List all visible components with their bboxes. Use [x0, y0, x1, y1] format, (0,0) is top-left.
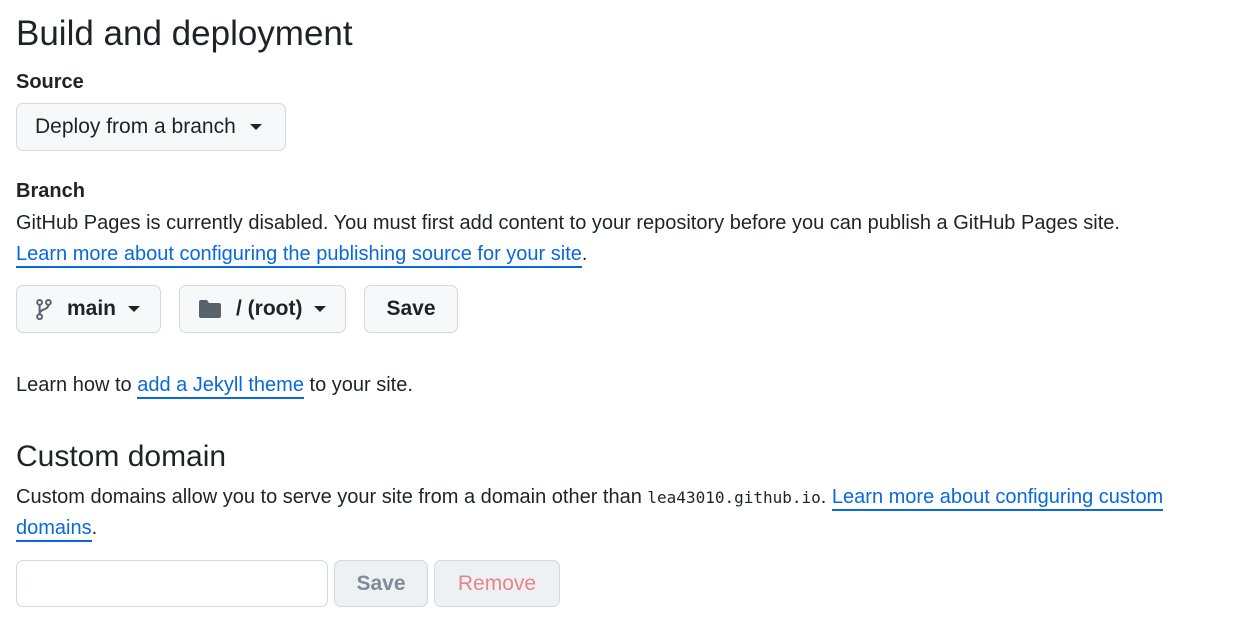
git-branch-icon	[35, 298, 53, 320]
branch-dropdown-label: main	[67, 297, 117, 320]
custom-domain-save-button[interactable]: Save	[334, 560, 428, 607]
folder-dropdown[interactable]: / (root)	[179, 285, 346, 333]
branch-label: Branch	[16, 180, 85, 202]
branch-dropdown[interactable]: main	[16, 285, 161, 333]
triangle-down-icon	[128, 306, 141, 312]
pages-settings: Build and deployment Source Deploy from …	[0, 0, 1242, 618]
jekyll-text: Learn how to add a Jekyll theme to your …	[16, 370, 413, 401]
disabled-text: GitHub Pages is currently disabled. You …	[16, 212, 1120, 234]
source-label: Source	[16, 71, 84, 93]
custom-domain-remove-button[interactable]: Remove	[434, 560, 560, 607]
pages-disabled-message: GitHub Pages is currently disabled. You …	[16, 208, 1120, 270]
jekyll-theme-link[interactable]: add a Jekyll theme	[137, 374, 304, 399]
folder-icon	[198, 299, 222, 319]
source-dropdown[interactable]: Deploy from a branch	[16, 103, 286, 151]
jekyll-text-pre: Learn how to	[16, 374, 138, 396]
folder-dropdown-label: / (root)	[236, 297, 303, 320]
domain-desc-post: .	[91, 517, 98, 539]
triangle-down-icon	[249, 124, 262, 130]
save-button[interactable]: Save	[364, 285, 458, 333]
period: .	[581, 243, 588, 265]
build-deployment-heading: Build and deployment	[16, 14, 353, 53]
source-dropdown-label: Deploy from a branch	[35, 115, 236, 138]
domain-desc-pre: Custom domains allow you to serve your s…	[16, 486, 648, 508]
custom-domain-description: Custom domains allow you to serve your s…	[16, 482, 1176, 544]
jekyll-text-post: to your site.	[303, 374, 413, 396]
domain-code: lea43010.github.io	[647, 488, 821, 507]
learn-more-publishing-link[interactable]: Learn more about configuring the publish…	[16, 243, 582, 268]
triangle-down-icon	[314, 306, 327, 312]
domain-desc-mid: .	[820, 486, 832, 508]
custom-domain-input[interactable]	[16, 560, 328, 607]
custom-domain-heading: Custom domain	[16, 440, 227, 473]
